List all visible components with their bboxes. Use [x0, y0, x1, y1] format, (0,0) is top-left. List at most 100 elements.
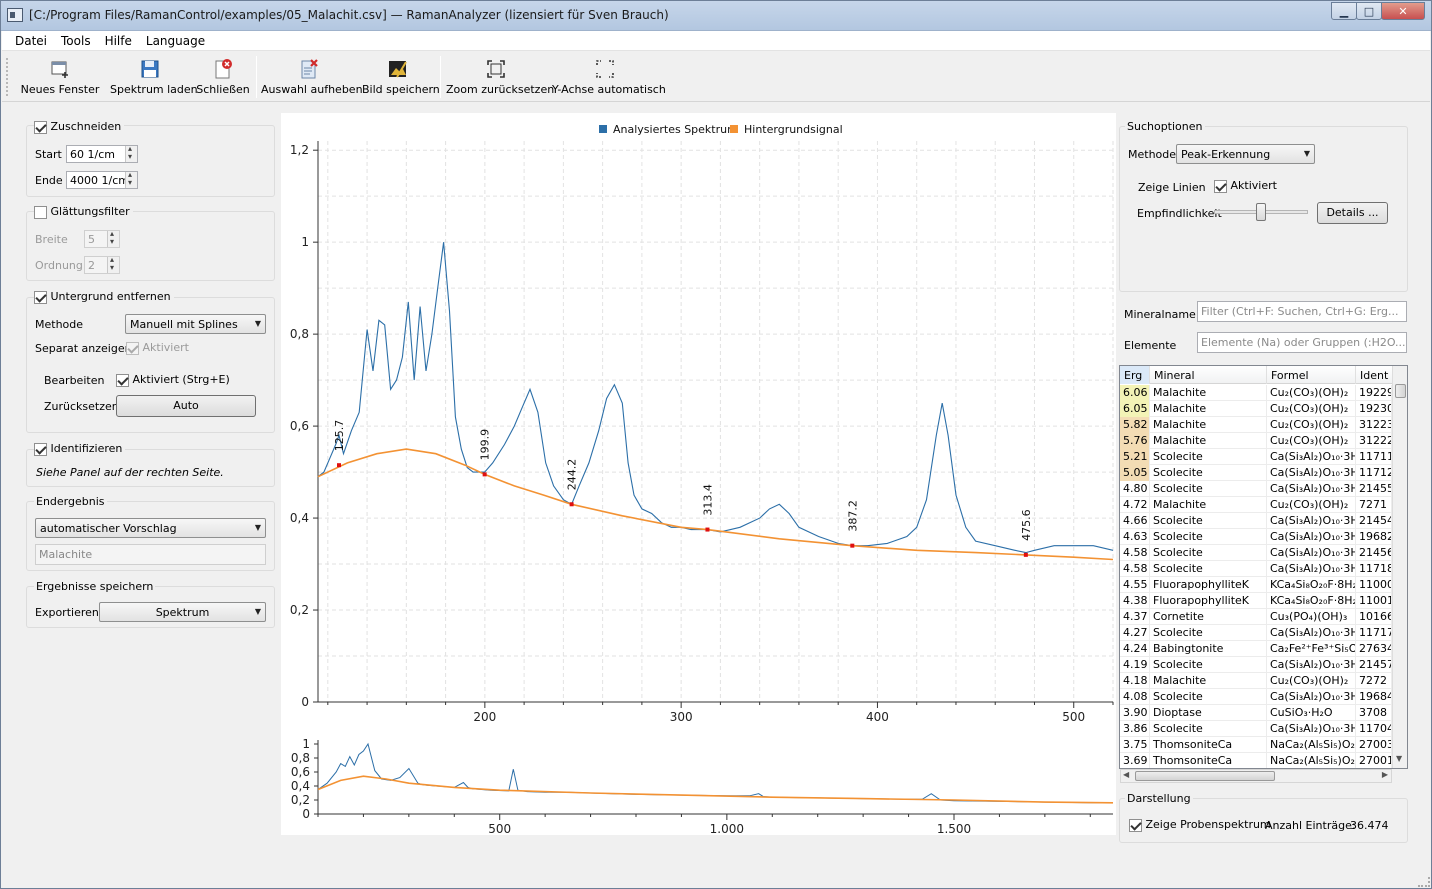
column-header-score[interactable]: Erg: [1120, 366, 1150, 384]
scroll-right-icon[interactable]: ▶: [1382, 770, 1388, 779]
table-row[interactable]: 4.58 Scolecite Ca(Si₃Al₂)O₁₀·3H₂ 11718: [1120, 561, 1392, 577]
y-auto-button[interactable]: Y-Achse automatisch: [552, 52, 666, 102]
result-field[interactable]: Malachite: [35, 544, 266, 565]
background-toggle[interactable]: Untergrund entfernen: [34, 290, 174, 304]
resize-grip[interactable]: [1418, 877, 1430, 887]
score-cell: 4.63: [1120, 529, 1150, 545]
identify-checkbox[interactable]: [34, 442, 47, 456]
separate-toggle[interactable]: Aktiviert: [126, 341, 189, 355]
width-stepper[interactable]: [107, 229, 119, 247]
clear-selection-button[interactable]: Auswahl aufheben: [261, 52, 363, 102]
width-spinbox[interactable]: 5: [84, 229, 120, 248]
table-row[interactable]: 4.27 Scolecite Ca(Si₃Al₂)O₁₀·3H₂ 11717: [1120, 625, 1392, 641]
scroll-left-icon[interactable]: ◀: [1123, 770, 1129, 779]
crop-checkbox[interactable]: [34, 120, 47, 134]
column-header-formula[interactable]: Formel: [1267, 366, 1356, 384]
save-image-button[interactable]: Bild speichern: [362, 52, 440, 102]
table-row[interactable]: 4.18 Malachite Cu₂(CO₃)(OH)₂ 7272: [1120, 673, 1392, 689]
elements-filter-input[interactable]: Elemente (Na) oder Gruppen (:H2O...: [1197, 332, 1407, 353]
show-sample-toggle[interactable]: Zeige Probenspektrum: [1129, 818, 1271, 832]
peak-label: 387.2: [846, 500, 859, 532]
details-button[interactable]: Details ...: [1317, 202, 1388, 224]
column-header-ident[interactable]: Ident: [1356, 366, 1392, 384]
main-spectrum-chart[interactable]: 0 0,2 0,4 0,6 0,8 1 1,2 200 300 400 500 125.7 199.9 2…: [281, 113, 1116, 725]
sensitivity-slider-handle[interactable]: [1256, 203, 1266, 221]
toolbar-grip[interactable]: [6, 58, 9, 96]
edit-checkbox[interactable]: [116, 373, 129, 387]
table-row[interactable]: 5.76 Malachite Cu₂(CO₃)(OH)₂ 31222: [1120, 433, 1392, 449]
edit-toggle[interactable]: Aktiviert (Strg+E): [116, 373, 230, 387]
table-horizontal-scrollbar[interactable]: ◀ ▶: [1120, 769, 1392, 783]
export-combo[interactable]: Spektrum: [99, 602, 266, 622]
result-mode-value: automatischer Vorschlag: [40, 522, 177, 535]
auto-button[interactable]: Auto: [116, 395, 256, 417]
peak-label: 199.9: [479, 429, 492, 461]
table-row[interactable]: 4.19 Scolecite Ca(Si₃Al₂)O₁₀·3H₂ 21457: [1120, 657, 1392, 673]
table-row[interactable]: 4.38 FluorapophylliteK KCa₄Si₈O₂₀F·8H₂C 110…: [1120, 593, 1392, 609]
mineral-name-label: Mineralname: [1124, 308, 1196, 321]
table-row[interactable]: 3.75 ThomsoniteCa NaCa₂(Al₅Si₅)O₂₀ 27003: [1120, 737, 1392, 753]
minimize-button[interactable]: ▁: [1331, 2, 1357, 20]
overview-spectrum-chart[interactable]: 00,20,40,60,81 500 1.000 1.500: [281, 727, 1116, 835]
background-checkbox[interactable]: [34, 290, 47, 304]
ident-cell: 31222: [1356, 433, 1392, 449]
scrollbar-thumb[interactable]: [1395, 384, 1406, 398]
smooth-checkbox[interactable]: [34, 205, 47, 219]
table-row[interactable]: 4.72 Malachite Cu₂(CO₃)(OH)₂ 7271: [1120, 497, 1392, 513]
end-spinbox[interactable]: 4000 1/cm: [66, 170, 138, 189]
crop-toggle[interactable]: Zuschneiden: [34, 120, 125, 134]
menu-datei[interactable]: Datei: [2, 31, 54, 48]
table-row[interactable]: 4.80 Scolecite Ca(Si₃Al₂)O₁₀·3H₂ 21455: [1120, 481, 1392, 497]
table-row[interactable]: 4.08 Scolecite Ca(Si₃Al₂)O₁₀·3H₂ 19684: [1120, 689, 1392, 705]
close-file-button[interactable]: Schließen: [195, 52, 251, 102]
load-spectrum-button[interactable]: Spektrum laden: [110, 52, 198, 102]
smooth-toggle[interactable]: Glättungsfilter: [34, 205, 133, 219]
mineral-filter-input[interactable]: Filter (Ctrl+F: Suchen, Ctrl+G: Erg...: [1197, 301, 1407, 322]
table-row[interactable]: 4.58 Scolecite Ca(Si₃Al₂)O₁₀·3H₂ 21456: [1120, 545, 1392, 561]
new-window-button[interactable]: Neues Fenster: [20, 52, 100, 102]
start-stepper[interactable]: [125, 144, 137, 162]
table-row[interactable]: 4.55 FluorapophylliteK KCa₄Si₈O₂₀F·8H₂C 110…: [1120, 577, 1392, 593]
order-spinbox[interactable]: 2: [84, 255, 120, 274]
table-row[interactable]: 6.06 Malachite Cu₂(CO₃)(OH)₂ 19229: [1120, 385, 1392, 401]
order-stepper[interactable]: [107, 255, 119, 273]
table-row[interactable]: 4.63 Scolecite Ca(Si₃Al₂)O₁₀·3H₂ 19682: [1120, 529, 1392, 545]
formula-cell: Cu₂(CO₃)(OH)₂: [1267, 385, 1356, 401]
save-title: Ergebnisse speichern: [34, 580, 156, 593]
lines-checkbox[interactable]: [1214, 179, 1227, 193]
lines-toggle[interactable]: Aktiviert: [1214, 179, 1277, 193]
table-vertical-scrollbar[interactable]: ▼: [1392, 366, 1407, 768]
table-row[interactable]: 5.82 Malachite Cu₂(CO₃)(OH)₂ 31223: [1120, 417, 1392, 433]
table-row[interactable]: 5.05 Scolecite Ca(Si₃Al₂)O₁₀·3H₂ 11712: [1120, 465, 1392, 481]
table-row[interactable]: 4.37 Cornetite Cu₃(PO₄)(OH)₃ 10166: [1120, 609, 1392, 625]
table-row[interactable]: 3.86 Scolecite Ca(Si₃Al₂)O₁₀·3H₂ 11704: [1120, 721, 1392, 737]
hscroll-thumb[interactable]: [1135, 771, 1275, 781]
maximize-button[interactable]: □: [1356, 2, 1382, 20]
result-mode-combo[interactable]: automatischer Vorschlag: [35, 518, 266, 538]
ident-cell: 19229: [1356, 385, 1392, 401]
ident-cell: 11000: [1356, 577, 1392, 593]
search-method-combo[interactable]: Peak-Erkennung: [1176, 144, 1315, 164]
reset-zoom-button[interactable]: Zoom zurücksetzen: [446, 52, 554, 102]
menu-language[interactable]: Language: [139, 31, 212, 48]
table-row[interactable]: 4.66 Scolecite Ca(Si₃Al₂)O₁₀·3H₂ 21454: [1120, 513, 1392, 529]
title-bar[interactable]: [C:/Program Files/RamanControl/examples/…: [1, 1, 1431, 31]
scroll-down-icon[interactable]: ▼: [1396, 754, 1402, 763]
menu-tools[interactable]: Tools: [54, 31, 98, 48]
identify-toggle[interactable]: Identifizieren: [34, 442, 126, 456]
show-sample-checkbox[interactable]: [1129, 818, 1142, 832]
column-header-mineral[interactable]: Mineral: [1150, 366, 1267, 384]
separate-checkbox[interactable]: [126, 341, 139, 355]
bg-method-combo[interactable]: Manuell mit Splines: [125, 314, 266, 334]
table-row[interactable]: 5.21 Scolecite Ca(Si₃Al₂)O₁₀·3H₂ 11711: [1120, 449, 1392, 465]
close-window-button[interactable]: ✕: [1381, 2, 1425, 20]
score-cell: 4.58: [1120, 561, 1150, 577]
table-row[interactable]: 6.05 Malachite Cu₂(CO₃)(OH)₂ 19230: [1120, 401, 1392, 417]
menu-hilfe[interactable]: Hilfe: [98, 31, 139, 48]
table-row[interactable]: 3.90 Dioptase CuSiO₃·H₂O 3708: [1120, 705, 1392, 721]
show-sample-label: Zeige Probenspektrum: [1145, 818, 1271, 831]
table-row[interactable]: 3.69 ThomsoniteCa NaCa₂(Al₅Si₅)O₂₀ 27001: [1120, 753, 1392, 768]
table-row[interactable]: 4.24 Babingtonite Ca₂Fe²⁺Fe³⁺Si₅O₁ 27634: [1120, 641, 1392, 657]
start-spinbox[interactable]: 60 1/cm: [66, 144, 138, 163]
end-stepper[interactable]: [125, 170, 137, 188]
